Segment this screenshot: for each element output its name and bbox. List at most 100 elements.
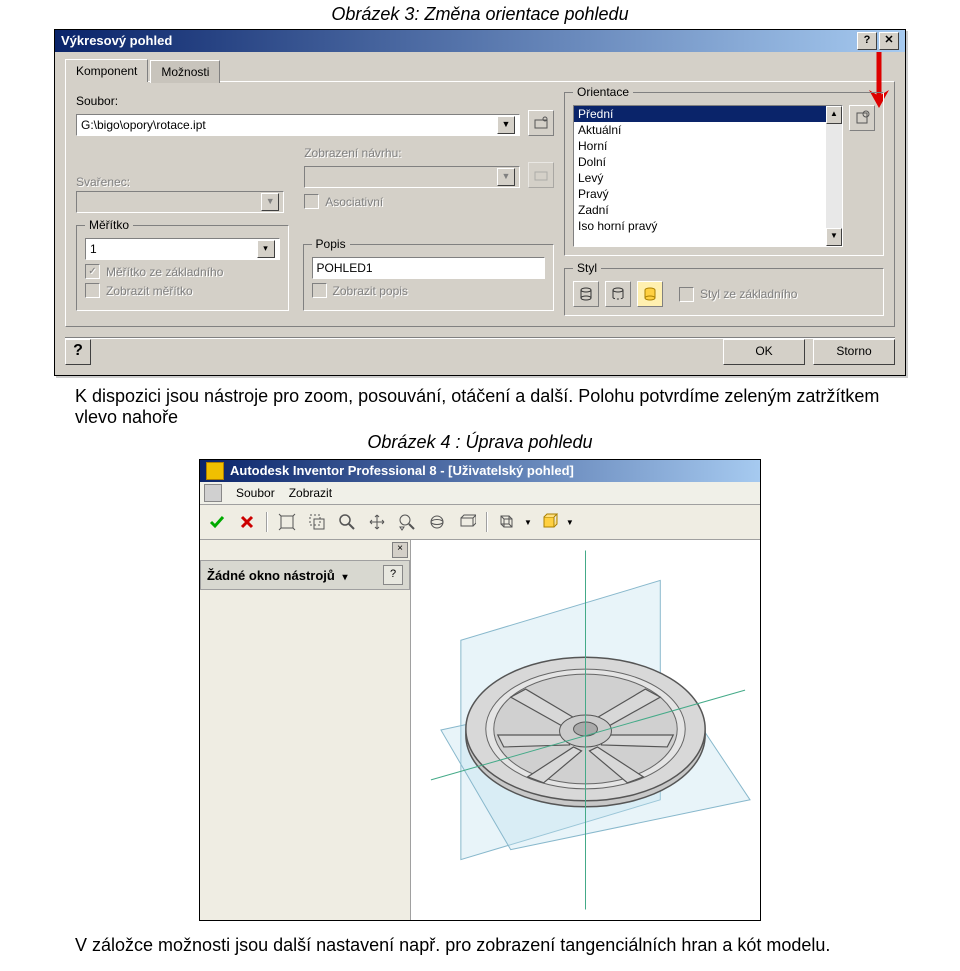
orbit-button[interactable] [424, 509, 450, 535]
zoom-selected-button[interactable] [394, 509, 420, 535]
meritko-input[interactable]: 1 ▾ [85, 238, 280, 260]
zoom-window-button[interactable] [304, 509, 330, 535]
pan-icon [368, 513, 386, 531]
browse-file-button[interactable] [528, 110, 554, 136]
shaded-display-button[interactable] [536, 509, 562, 535]
orientace-item-levy[interactable]: Levý [574, 170, 842, 186]
tab-komponent[interactable]: Komponent [65, 59, 148, 82]
meritko-legend: Měřítko [85, 218, 133, 232]
panel-close-button[interactable]: × [392, 542, 408, 558]
browse-icon [533, 115, 549, 131]
cylinder-shaded-icon [642, 286, 658, 302]
popis-input[interactable]: POHLED1 [312, 257, 545, 279]
meritko-group: Měřítko 1 ▾ ✓Měřítko ze základního Zobra… [76, 225, 289, 311]
zobrazit-popis-checkbox: Zobrazit popis [312, 283, 545, 298]
drawing-view-dialog: Výkresový pohled ? ✕ Komponent Možnosti … [54, 29, 906, 376]
caption-figure-3: Obrázek 3: Změna orientace pohledu [0, 0, 960, 29]
soubor-label: Soubor: [76, 94, 554, 108]
style-wireframe-hidden-button[interactable] [573, 281, 599, 307]
close-titlebar-button[interactable]: ✕ [879, 32, 899, 50]
orientation-icon [854, 110, 870, 126]
inventor-system-icon[interactable] [204, 484, 222, 502]
help-titlebar-button[interactable]: ? [857, 32, 877, 50]
browse-icon [533, 167, 549, 183]
orientace-item-aktualni[interactable]: Aktuální [574, 122, 842, 138]
inventor-titlebar: Autodesk Inventor Professional 8 - [Uživ… [200, 460, 760, 482]
scroll-down-button[interactable]: ▼ [826, 228, 842, 246]
popis-group: Popis POHLED1 Zobrazit popis [303, 244, 554, 311]
meritko-dropdown-button[interactable]: ▾ [257, 240, 275, 258]
zobrazit-meritko-checkbox: Zobrazit měřítko [85, 283, 280, 298]
soubor-input[interactable]: G:\bigo\opory\rotace.ipt ▼ [76, 114, 520, 136]
svarenec-dropdown-button: ▼ [261, 193, 279, 211]
style-shaded-button[interactable] [637, 281, 663, 307]
inventor-toolbar: ▼ ▼ [200, 505, 760, 540]
wireframe-display-button[interactable] [494, 509, 520, 535]
inventor-app-icon [206, 462, 224, 480]
cylinder-icon [578, 286, 594, 302]
zoom-selected-icon [398, 513, 416, 531]
look-at-button[interactable] [454, 509, 480, 535]
tab-moznosti[interactable]: Možnosti [150, 60, 220, 83]
popis-legend: Popis [312, 237, 350, 251]
panel-title-bar[interactable]: Žádné okno nástrojů ▾ ? [200, 560, 410, 590]
confirm-button[interactable] [204, 509, 230, 535]
dialog-help-button[interactable]: ? [65, 339, 91, 365]
ok-button[interactable]: OK [723, 339, 805, 365]
wireframe-icon [498, 513, 516, 531]
inventor-canvas[interactable] [411, 540, 760, 920]
orientace-group: Orientace Přední Aktuální Horní Dolní Le… [564, 92, 884, 256]
pan-button[interactable] [364, 509, 390, 535]
orientace-item-iso[interactable]: Iso horní pravý [574, 218, 842, 234]
check-icon [208, 513, 226, 531]
footer-text: V záložce možnosti jsou další nastavení … [0, 921, 960, 956]
dropdown-caret-1[interactable]: ▼ [524, 518, 532, 527]
dialog-titlebar: Výkresový pohled ? ✕ [55, 30, 905, 52]
orientace-item-zadni[interactable]: Zadní [574, 202, 842, 218]
orientace-item-pravy[interactable]: Pravý [574, 186, 842, 202]
zoom-button[interactable] [334, 509, 360, 535]
soubor-dropdown-button[interactable]: ▼ [497, 116, 515, 134]
asociativni-checkbox: Asociativní [304, 194, 554, 209]
zoom-icon [338, 513, 356, 531]
menu-soubor[interactable]: Soubor [236, 486, 275, 500]
orientace-scrollbar[interactable]: ▲ ▼ [826, 106, 842, 246]
dialog-tabs: Komponent Možnosti [55, 52, 905, 81]
dialog-title: Výkresový pohled [61, 30, 172, 52]
orientace-item-horni[interactable]: Horní [574, 138, 842, 154]
zobrazeni-browse-button [528, 162, 554, 188]
svarenec-label: Svařenec: [76, 175, 284, 189]
cancel-tool-button[interactable] [234, 509, 260, 535]
zobrazeni-dropdown-button: ▼ [497, 168, 515, 186]
styl-group: Styl Styl ze základního [564, 268, 884, 316]
x-icon [238, 513, 256, 531]
inventor-window: Autodesk Inventor Professional 8 - [Uživ… [199, 459, 761, 921]
dropdown-caret-2[interactable]: ▼ [566, 518, 574, 527]
orientace-item-predni[interactable]: Přední [574, 106, 842, 122]
inventor-menubar: Soubor Zobrazit [200, 482, 760, 505]
orientace-item-dolni[interactable]: Dolní [574, 154, 842, 170]
caption-figure-4: Obrázek 4 : Úprava pohledu [0, 428, 960, 457]
styl-legend: Styl [573, 261, 601, 275]
style-wireframe-button[interactable] [605, 281, 631, 307]
zoom-all-icon [278, 513, 296, 531]
scroll-up-button[interactable]: ▲ [826, 106, 842, 124]
orientace-legend: Orientace [573, 85, 633, 99]
panel-help-button[interactable]: ? [383, 565, 403, 585]
svarenec-input: ▼ [76, 191, 284, 213]
cancel-button[interactable]: Storno [813, 339, 895, 365]
inventor-panel-bar: × Žádné okno nástrojů ▾ ? [200, 540, 411, 920]
shaded-icon [540, 513, 558, 531]
look-at-icon [458, 513, 476, 531]
change-orientation-button[interactable] [849, 105, 875, 131]
styl-zakladni-checkbox: Styl ze základního [679, 287, 797, 302]
orientace-listbox[interactable]: Přední Aktuální Horní Dolní Levý Pravý Z… [573, 105, 843, 247]
menu-zobrazit[interactable]: Zobrazit [289, 486, 332, 500]
zoom-all-button[interactable] [274, 509, 300, 535]
wheel-model-icon [411, 540, 760, 920]
orbit-icon [428, 513, 446, 531]
inventor-title: Autodesk Inventor Professional 8 - [Uživ… [230, 460, 574, 482]
zoom-window-icon [308, 513, 326, 531]
soubor-value: G:\bigo\opory\rotace.ipt [81, 115, 206, 135]
zobrazeni-label: Zobrazení návrhu: [304, 146, 554, 160]
